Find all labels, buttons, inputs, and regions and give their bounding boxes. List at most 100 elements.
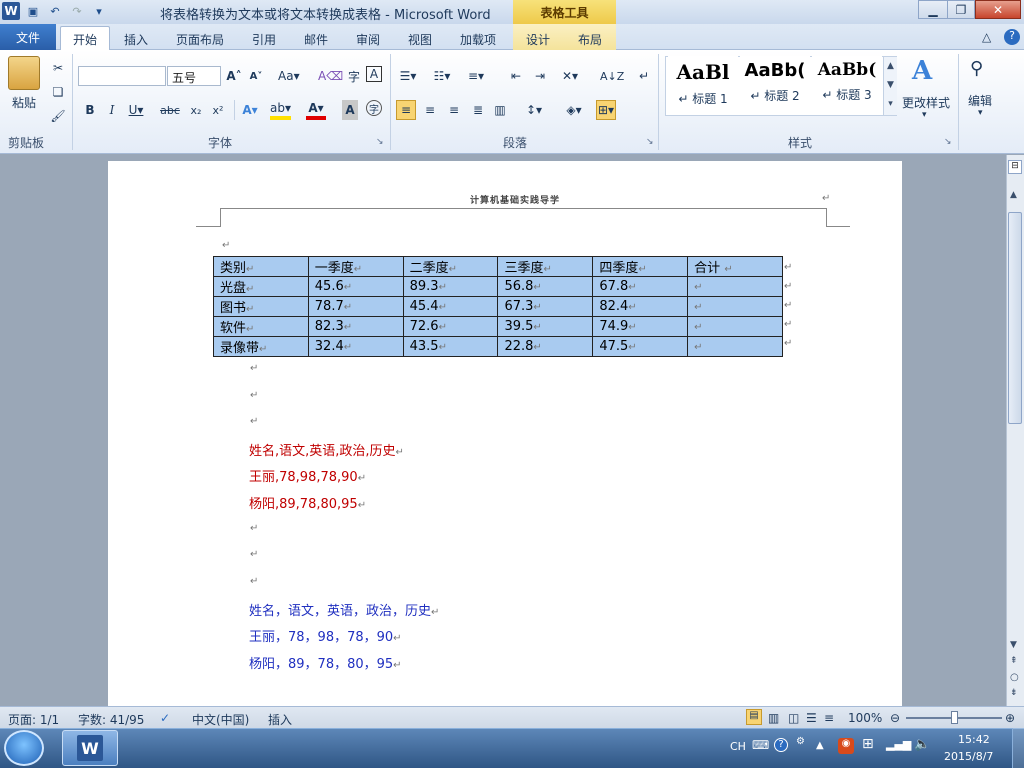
table-cell[interactable]: 39.5↵ bbox=[497, 316, 594, 337]
clock-time[interactable]: 15:42 bbox=[958, 733, 990, 746]
minimize-ribbon-icon[interactable]: △ bbox=[982, 30, 991, 44]
scroll-up-icon[interactable]: ▲ bbox=[1010, 190, 1017, 200]
style-heading-2[interactable]: AaBb( ↵ 标题 2 bbox=[740, 56, 810, 114]
format-painter-icon[interactable]: 🖌 bbox=[48, 106, 68, 126]
tab-page-layout[interactable]: 页面布局 bbox=[168, 27, 232, 50]
text-line-blue[interactable]: 王丽，78，98，78，90↵ bbox=[249, 626, 402, 645]
table-header-cell[interactable]: 类别↵ bbox=[213, 256, 309, 277]
tab-file[interactable]: 文件 bbox=[0, 24, 56, 50]
show-desktop-button[interactable] bbox=[1012, 728, 1024, 768]
styles-scroll-icon[interactable]: ▲ ▼ ▾ bbox=[883, 57, 897, 115]
subscript-icon[interactable]: x₂ bbox=[186, 100, 206, 120]
table-cell[interactable]: 74.9↵ bbox=[592, 316, 689, 337]
text-line-red[interactable]: 王丽,78,98,78,90↵ bbox=[249, 466, 366, 485]
justify-icon[interactable]: ≣ bbox=[468, 100, 488, 120]
binoculars-icon[interactable]: ⚲ bbox=[970, 58, 983, 79]
help-icon[interactable]: ? bbox=[1004, 29, 1020, 45]
borders-icon[interactable]: ⊞▾ bbox=[596, 100, 616, 120]
paste-button[interactable]: 粘贴 bbox=[12, 94, 36, 111]
styles-dialog-launcher-icon[interactable]: ↘ bbox=[944, 137, 952, 147]
text-line-red[interactable]: 杨阳,89,78,80,95↵ bbox=[249, 493, 366, 512]
superscript-icon[interactable]: x² bbox=[208, 100, 228, 120]
table-cell[interactable]: 45.6↵ bbox=[307, 276, 404, 297]
tab-insert[interactable]: 插入 bbox=[116, 27, 156, 50]
change-styles-button[interactable]: 更改样式 bbox=[902, 94, 950, 111]
numbering-icon[interactable]: ☷▾ bbox=[432, 66, 452, 86]
network-icon[interactable]: ▂▄▆ bbox=[886, 738, 911, 751]
clock-date[interactable]: 2015/8/7 bbox=[944, 750, 993, 763]
bold-icon[interactable]: B bbox=[80, 100, 100, 120]
paragraph-dialog-launcher-icon[interactable]: ↘ bbox=[646, 137, 654, 147]
font-dialog-launcher-icon[interactable]: ↘ bbox=[376, 137, 384, 147]
language-indicator[interactable]: 中文(中国) bbox=[192, 711, 249, 728]
print-layout-view-icon[interactable]: ▤ bbox=[746, 709, 762, 725]
table-header-cell[interactable]: 二季度↵ bbox=[402, 256, 499, 277]
table-cell[interactable]: 32.4↵ bbox=[307, 336, 404, 357]
restore-button[interactable]: ❐ bbox=[947, 0, 975, 19]
tab-review[interactable]: 审阅 bbox=[348, 27, 388, 50]
minimize-button[interactable]: ▁ bbox=[918, 0, 948, 19]
tab-addins[interactable]: 加载项 bbox=[452, 27, 504, 50]
table-cell[interactable]: 82.4↵ bbox=[592, 296, 689, 317]
table-cell[interactable]: 45.4↵ bbox=[402, 296, 499, 317]
keyboard-icon[interactable]: ⌨ bbox=[752, 738, 769, 752]
save-icon[interactable]: ▣ bbox=[24, 2, 42, 20]
tab-references[interactable]: 引用 bbox=[244, 27, 284, 50]
table-cell[interactable]: 47.5↵ bbox=[592, 336, 689, 357]
table-cell[interactable]: ↵ bbox=[687, 316, 783, 337]
line-spacing-icon[interactable]: ↕▾ bbox=[524, 100, 544, 120]
browse-object-icon[interactable]: ○ bbox=[1010, 672, 1019, 683]
zoom-out-icon[interactable]: ⊖ bbox=[890, 711, 900, 725]
change-styles-dropdown-icon[interactable]: ▾ bbox=[922, 110, 927, 120]
style-heading-3[interactable]: AaBb( ↵ 标题 3 bbox=[812, 56, 882, 114]
start-button[interactable] bbox=[4, 730, 44, 766]
table-cell[interactable]: 72.6↵ bbox=[402, 316, 499, 337]
text-line-red[interactable]: 姓名,语文,英语,政治,历史↵ bbox=[249, 440, 404, 459]
table-cell[interactable]: 67.3↵ bbox=[497, 296, 594, 317]
table-cell[interactable]: 光盘↵ bbox=[213, 276, 309, 297]
tab-design[interactable]: 设计 bbox=[518, 27, 558, 50]
distributed-icon[interactable]: ▥ bbox=[490, 100, 510, 120]
text-effects-icon[interactable]: A▾ bbox=[240, 100, 260, 120]
outline-view-icon[interactable]: ☰ bbox=[806, 711, 817, 725]
ime-indicator[interactable]: CH bbox=[730, 740, 746, 753]
paste-icon[interactable] bbox=[8, 56, 40, 90]
undo-icon[interactable]: ↶ bbox=[46, 2, 64, 20]
editing-dropdown-icon[interactable]: ▾ bbox=[978, 108, 983, 118]
table-header-cell[interactable]: 合计 ↵ bbox=[687, 256, 783, 277]
phonetic-guide-icon[interactable]: 字 bbox=[344, 66, 364, 86]
scroll-down-icon[interactable]: ▼ bbox=[1010, 640, 1017, 650]
multilevel-list-icon[interactable]: ≡▾ bbox=[466, 66, 486, 86]
editing-button[interactable]: 编辑 bbox=[968, 92, 992, 109]
security-tray-icon[interactable]: ◉ bbox=[838, 738, 854, 754]
word-icon[interactable]: W bbox=[2, 2, 20, 20]
text-line-blue[interactable]: 杨阳，89，78，80，95↵ bbox=[249, 653, 402, 672]
cut-icon[interactable]: ✂ bbox=[48, 58, 68, 78]
font-color-icon[interactable]: A▾ bbox=[306, 100, 326, 120]
enclose-characters-icon[interactable]: 字 bbox=[366, 100, 382, 116]
table-cell[interactable]: 录像带↵ bbox=[213, 336, 309, 357]
previous-page-icon[interactable]: ⇞ bbox=[1010, 656, 1018, 666]
zoom-slider-thumb[interactable] bbox=[951, 711, 958, 724]
shrink-font-icon[interactable]: A˅ bbox=[246, 66, 266, 86]
table-cell[interactable]: 78.7↵ bbox=[307, 296, 404, 317]
copy-icon[interactable]: ❏ bbox=[48, 82, 68, 102]
table-header-cell[interactable]: 三季度↵ bbox=[497, 256, 594, 277]
table-header-cell[interactable]: 一季度↵ bbox=[307, 256, 404, 277]
increase-indent-icon[interactable]: ⇥ bbox=[530, 66, 550, 86]
table-cell[interactable]: 82.3↵ bbox=[307, 316, 404, 337]
word-count[interactable]: 字数: 41/95 bbox=[78, 711, 144, 728]
tab-home[interactable]: 开始 bbox=[60, 26, 110, 51]
change-styles-icon[interactable]: A bbox=[912, 56, 932, 86]
strikethrough-icon[interactable]: abc bbox=[160, 100, 180, 120]
font-size-combo[interactable]: 五号 bbox=[167, 66, 221, 86]
highlight-icon[interactable]: ab▾ bbox=[270, 100, 291, 120]
ime-options-icon[interactable]: ⚙ bbox=[796, 736, 805, 747]
zoom-level[interactable]: 100% bbox=[848, 711, 882, 725]
tab-view[interactable]: 视图 bbox=[400, 27, 440, 50]
grow-font-icon[interactable]: A˄ bbox=[224, 66, 244, 86]
font-name-combo[interactable] bbox=[78, 66, 166, 86]
text-line-blue[interactable]: 姓名，语文，英语，政治，历史↵ bbox=[249, 600, 439, 619]
sort-icon[interactable]: A↓Z bbox=[600, 66, 624, 86]
draft-view-icon[interactable]: ≡ bbox=[824, 711, 834, 725]
